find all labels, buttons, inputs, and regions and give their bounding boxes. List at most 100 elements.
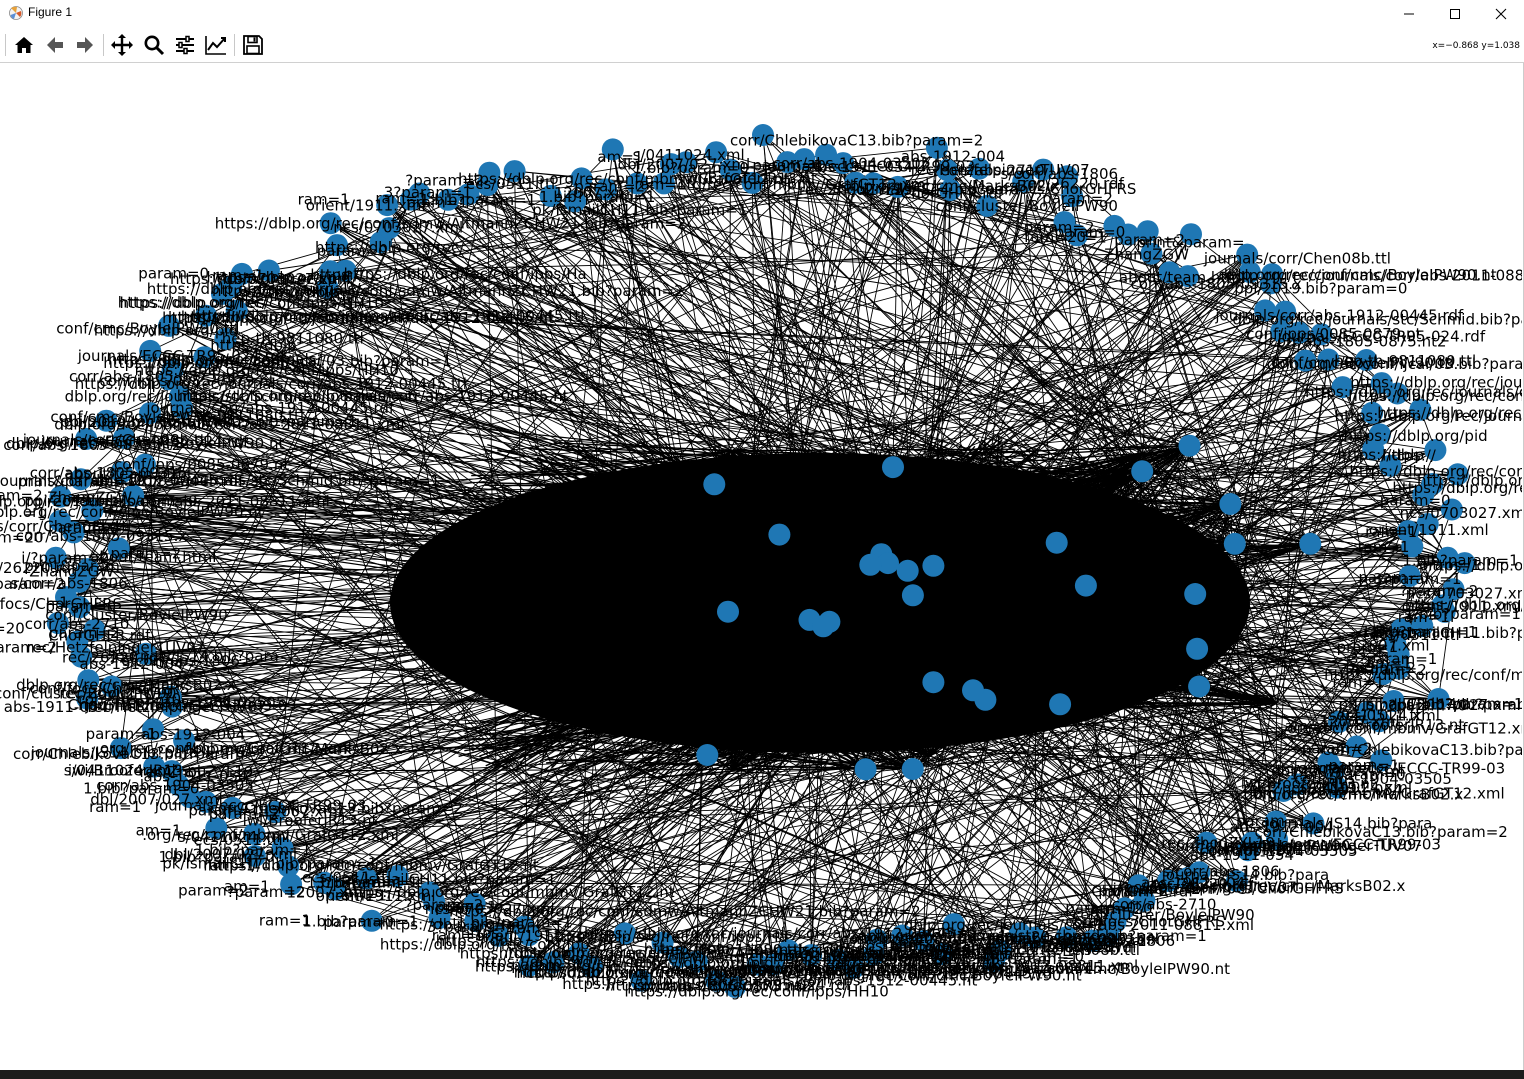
node-label: https://dblp — [210, 337, 297, 355]
node-label: orient/1911.xml — [235, 286, 355, 304]
node-label: ram=20 — [0, 620, 25, 638]
node-label: i/?param=2 — [1025, 189, 1113, 207]
node-label: s/0411024.xml — [633, 146, 745, 164]
node-label: about/team.html — [90, 548, 216, 566]
network-graph: https://dblp.org/rec/conf/sdmw/AltmannZC… — [0, 124, 1523, 1000]
node-label: journals/corr/Chen08b.ttl — [1203, 249, 1391, 267]
node-label: conf/cluster/BoyleIPW90 — [1168, 837, 1350, 855]
minimize-icon — [1404, 13, 1414, 15]
node-label: ncs/0703027.xml — [1400, 504, 1522, 522]
graph-node — [922, 554, 945, 577]
plot-canvas[interactable]: https://dblp.org/rec/conf/sdmw/AltmannZC… — [0, 63, 1522, 1069]
node-label: =1 — [47, 593, 69, 611]
node-label: param=0 — [138, 264, 209, 282]
graph-node — [854, 758, 877, 781]
minimize-button[interactable] — [1386, 0, 1432, 28]
toolbar-separator — [234, 34, 235, 56]
graph-node — [896, 559, 919, 582]
node-label: conf/focs/ChorGHFRS — [30, 680, 190, 698]
node-label: abs-1912-004 — [1230, 818, 1334, 836]
graph-node — [1223, 532, 1246, 555]
node-label: 12007.xml — [287, 883, 367, 901]
edit-axes-icon — [205, 36, 226, 55]
graph-node — [1188, 675, 1211, 698]
node-label: 1.bib?param=0 — [159, 848, 275, 866]
node-label: param=2 — [49, 624, 120, 642]
graph-node — [901, 584, 924, 607]
node-label: 1.bib?param=1 — [302, 913, 418, 931]
graph-node — [1131, 460, 1154, 483]
graph-node — [901, 758, 924, 780]
node-label: =1 — [1085, 229, 1107, 247]
node-label: dblp.org/rec/journals/stc/Schmid.bib?par… — [91, 472, 440, 490]
toolbar-separator — [5, 34, 6, 56]
graph-node — [696, 744, 719, 766]
graph-node — [1178, 434, 1201, 457]
zoom-icon — [144, 35, 165, 56]
node-label: 1.bib?param=1 — [1405, 605, 1521, 623]
window-title: Figure 1 — [28, 5, 73, 19]
title-bar: Figure 1 — [0, 0, 1524, 28]
node-label: https://dblp.org/rec/conf/ipps/HH10 — [1348, 387, 1522, 405]
node-label: journals/JS14.bib?para — [30, 744, 199, 762]
node-label: https://dblp.org/rec/conf/ipps/Ha — [344, 265, 587, 283]
home-button[interactable] — [10, 31, 38, 59]
node-label: 12007.xml — [1349, 637, 1429, 655]
node-label: hep-th-9811080.ttl — [162, 407, 304, 425]
graph-node — [717, 600, 739, 623]
graph-node — [1074, 574, 1097, 597]
zoom-button[interactable] — [140, 31, 168, 59]
graph-node — [768, 523, 791, 546]
node-label: ram=1 — [298, 191, 350, 209]
node-label: abs-1912-004 — [141, 725, 245, 743]
pan-button[interactable] — [108, 31, 136, 59]
graph-node — [1186, 637, 1209, 660]
node-label: .org/rec/conf/mbmv/GrafGT12.xml — [1283, 719, 1523, 737]
node-label: journals/ECCC-TR95-024.rdf — [40, 433, 249, 451]
node-label: pk/IsmailCH11.bib?param=1 — [532, 201, 747, 219]
node-label: abs-1911-054 — [809, 158, 913, 176]
node-label: ppi/2019.bib?param=0 — [1234, 279, 1407, 297]
navigation-toolbar: x=−0.868 y=1.038 — [0, 28, 1524, 63]
graph-node — [859, 553, 882, 576]
node-label: https://dblp.org/pid — [1344, 427, 1488, 445]
graph-node — [1184, 583, 1207, 605]
node-label: hep-th-9811080.ttl — [1334, 352, 1476, 370]
toolbar-separator — [103, 34, 104, 56]
forward-arrow-icon — [77, 37, 93, 53]
node-label: ram=1 — [1332, 674, 1384, 692]
subplots-button[interactable] — [171, 31, 199, 59]
node-label: param=0 — [317, 242, 388, 260]
graph-node — [812, 615, 835, 638]
node-label: conf/ipps/0085-0879.nt — [114, 456, 289, 474]
node-label: ncs/0703027.xml — [333, 218, 463, 236]
node-label: dblp.org/rec/cmc/MarksB02.x — [1244, 786, 1464, 804]
node-label: journals/ECCC-TR95-024.rdf — [1277, 328, 1486, 346]
save-icon — [243, 35, 263, 55]
pan-icon — [111, 34, 133, 56]
maximize-button[interactable] — [1432, 0, 1478, 28]
close-button[interactable] — [1478, 0, 1524, 28]
forward-button[interactable] — [71, 31, 99, 59]
back-arrow-icon — [47, 37, 63, 53]
graph-node — [962, 679, 984, 702]
node-label: .org/rec/conf/mbmv/GrafGT12.xml — [142, 826, 399, 844]
node-label: ncs/0703027.xml — [517, 964, 647, 982]
graph-node — [882, 456, 904, 479]
back-button[interactable] — [41, 31, 69, 59]
edit-axes-button[interactable] — [202, 31, 230, 59]
graph-node — [1219, 493, 1242, 515]
save-button[interactable] — [239, 31, 267, 59]
node-label: param=2 — [178, 882, 249, 900]
node-label: param=0 — [1065, 899, 1136, 917]
subplots-icon — [176, 35, 194, 55]
node-label: 3?param=1 — [427, 918, 515, 936]
node-label: journals/eccc/ECCC-TR99-03 — [154, 797, 367, 815]
node-label: ram=1 — [212, 267, 264, 285]
node-label: param=2 — [1098, 882, 1169, 900]
graph-node — [922, 671, 945, 694]
node-label: rec/26220.rdf — [62, 649, 164, 667]
graph-node — [703, 473, 726, 496]
maximize-icon — [1450, 9, 1460, 19]
node-label: ecs/0511.ttl — [466, 175, 555, 193]
